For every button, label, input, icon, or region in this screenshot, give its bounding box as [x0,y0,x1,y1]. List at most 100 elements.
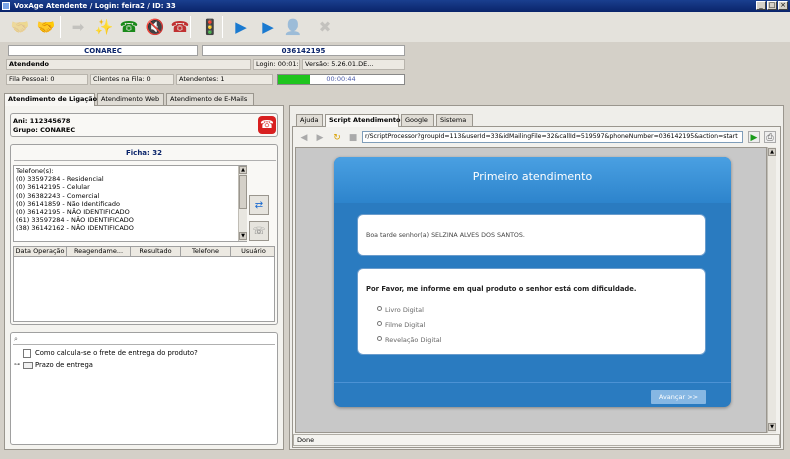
option-label-1[interactable]: Filme Digital [385,321,425,329]
viewport-scroll-down-icon[interactable]: ▼ [768,423,776,431]
handshake-active-icon: 🤝 [36,18,56,36]
play-button[interactable]: ▶ [229,15,253,39]
handshake-active-button[interactable]: 🤝 [34,15,58,39]
close-x-button[interactable]: ✖ [313,15,337,39]
phone-list-item[interactable]: (38) 36142162 - NÃO IDENTIFICADO [14,224,246,232]
search-icon[interactable]: ⌕ [14,335,18,344]
expand-icon[interactable]: ⊶ [14,361,20,368]
close-window-button[interactable]: × [778,1,788,10]
next-button[interactable]: Avançar >> [651,390,706,404]
handshake-icon: 🤝 [10,18,30,36]
tab-google[interactable]: Google [401,114,434,126]
call-timer-text: 00:00:44 [326,75,356,83]
toolbar-separator [190,16,191,38]
browser-status: Done [293,434,780,446]
mute-button[interactable]: 🔇 [143,15,167,39]
personal-queue: Fila Pessoal: 0 [6,74,88,85]
phone-number-field: 036142195 [202,45,405,56]
user-button[interactable]: 👤 [281,15,305,39]
edit-phone-button[interactable]: ☏ [249,221,269,241]
play-record-button[interactable]: ▶ [256,15,280,39]
ficha-title: Ficha: 32 [125,149,162,157]
mute-icon: 🔇 [145,18,165,36]
play-record-icon: ▶ [262,18,274,36]
phone-list-item[interactable]: (0) 36142195 - NÃO IDENTIFICADO [14,208,246,216]
phone-edit-icon: ☏ [252,225,266,237]
forward-icon[interactable]: ▶ [314,132,326,144]
handshake-button[interactable]: 🤝 [8,15,32,39]
refresh-icon[interactable]: ↻ [331,132,343,144]
maximize-button[interactable]: □ [767,1,777,10]
option-label-0[interactable]: Livro Digital [385,306,424,314]
grid-header-reschedule[interactable]: Reagendame... [67,247,131,257]
group-text: Grupo: CONAREC [13,126,76,134]
grid-header-date[interactable]: Data Operação [14,247,67,257]
option-label-2[interactable]: Revelação Digital [385,336,442,344]
attendants-count: Atendentes: 1 [176,74,273,85]
scroll-up-icon[interactable]: ▲ [239,166,247,174]
minimize-button[interactable]: _ [756,1,766,10]
phone-list-item[interactable]: (0) 36382243 - Comercial [14,192,246,200]
phone-list-item[interactable]: (0) 36142195 - Celular [14,183,246,191]
tree-item-delivery[interactable]: Prazo de entrega [35,361,93,369]
tab-web-service[interactable]: Atendimento Web [97,93,164,105]
forward-arrow-icon: ➡ [71,18,85,36]
magic-wand-button[interactable]: ✨ [92,15,116,39]
greeting-box: Boa tarde senhor(a) SELZINA ALVES DOS SA… [357,214,706,256]
traffic-light-icon: 🚦 [200,18,220,36]
user-icon: 👤 [283,18,303,36]
tree-item-freight[interactable]: Como calcula-se o frete de entrega do pr… [35,349,198,357]
version-text: Versão: 5.26.01.DE... [302,59,405,70]
magic-wand-icon: ✨ [94,18,114,36]
tree-divider [13,344,275,345]
hangup-icon: ☎ [170,18,190,36]
option-radio-0[interactable] [377,306,382,311]
grid-header-phone[interactable]: Telefone [181,247,231,257]
phone-list-item[interactable]: (0) 36141859 - Não Identificado [14,200,246,208]
go-icon[interactable]: ▶ [748,131,760,143]
option-radio-2[interactable] [377,336,382,341]
traffic-light-button[interactable]: 🚦 [198,15,222,39]
app-icon [2,2,10,10]
stop-icon[interactable]: ■ [347,132,359,144]
tab-help[interactable]: Ajuda [296,114,323,126]
toolbar-separator [222,16,223,38]
phone-list-item[interactable]: (0) 33597284 - Residencial [14,175,246,183]
grid-header-result[interactable]: Resultado [131,247,181,257]
option-radio-1[interactable] [377,321,382,326]
history-grid: Data Operação Reagendame... Resultado Te… [13,246,275,322]
document-icon [23,349,31,358]
phone-transfer-button[interactable]: ☎ [117,15,141,39]
tab-email-service[interactable]: Atendimento de E-Mails [166,93,254,105]
campaign-field: CONAREC [8,45,198,56]
ani-box: Ani: 112345678 Grupo: CONAREC ☎ [10,113,278,137]
tab-script[interactable]: Script Atendimento [325,114,400,127]
url-input[interactable]: r/ScriptProcessor?groupId=113&userId=33&… [362,131,743,143]
scroll-down-icon[interactable]: ▼ [239,232,247,240]
faq-tree-box: ⌕ Como calcula-se o frete de entrega do … [10,332,278,445]
toolbar-separator [60,16,61,38]
back-icon[interactable]: ◀ [298,132,310,144]
scroll-thumb[interactable] [239,175,247,209]
print-icon[interactable]: ⎙ [764,131,776,143]
viewport-scroll-up-icon[interactable]: ▲ [768,148,776,156]
greeting-text: Boa tarde senhor(a) SELZINA ALVES DOS SA… [366,232,525,239]
grid-header-user[interactable]: Usuário [231,247,274,257]
tab-call-service[interactable]: Atendimento de Ligação [4,93,97,106]
hangup-button[interactable]: ☎ [168,15,192,39]
forward-arrow-button[interactable]: ➡ [66,15,90,39]
phones-list[interactable]: Telefone(s): (0) 33597284 - Residencial(… [13,165,247,242]
window-title: VoxAge Atendente / Login: feira2 / ID: 3… [14,2,176,10]
card-footer-divider [334,382,731,383]
dial-number-button[interactable]: ⇄ [249,195,269,215]
ani-text: Ani: 112345678 [13,117,71,125]
ficha-divider [14,160,276,161]
hangup-phone-icon[interactable]: ☎ [258,116,276,134]
window-title-bar: VoxAge Atendente / Login: feira2 / ID: 3… [0,0,790,12]
viewport-scrollbar[interactable]: ▲ ▼ [767,147,776,433]
clients-queue: Clientes na Fila: 0 [90,74,174,85]
phones-scrollbar[interactable]: ▲ ▼ [238,166,247,241]
close-x-icon: ✖ [318,18,332,36]
tab-system[interactable]: Sistema [436,114,473,126]
question-text: Por Favor, me informe em qual produto o … [366,285,637,293]
